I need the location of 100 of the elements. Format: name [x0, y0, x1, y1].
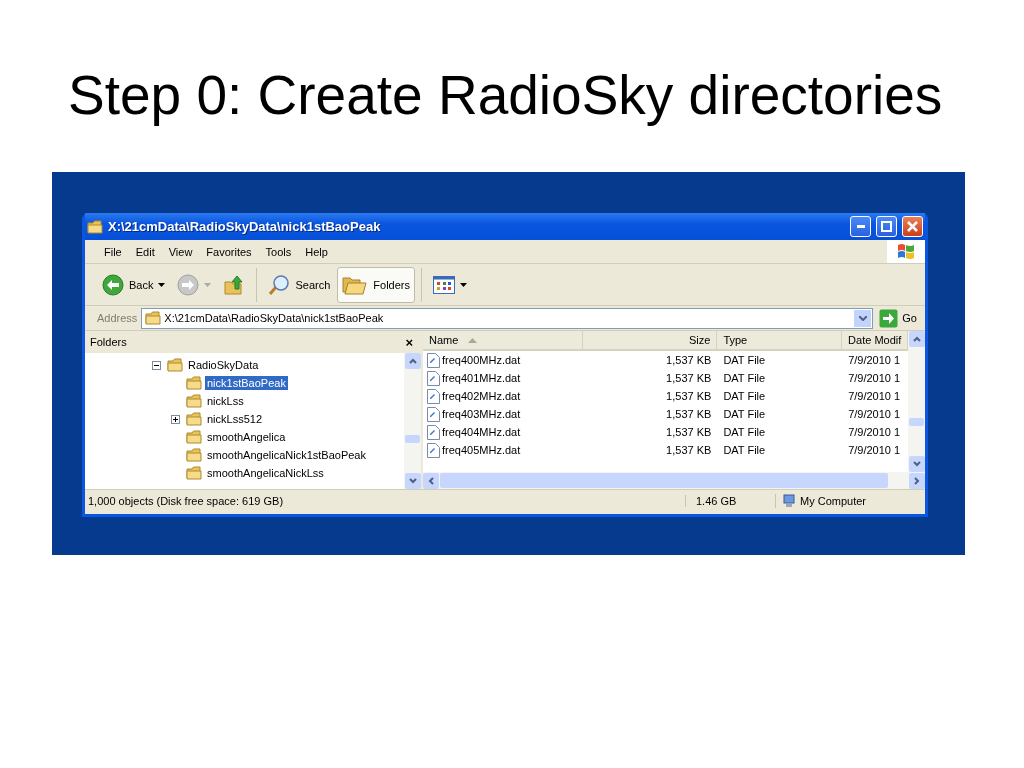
table-cell-text: 1,537 KB	[665, 408, 713, 420]
collapse-icon[interactable]	[152, 360, 161, 370]
status-text: 1,000 objects (Disk free space: 619 GB)	[87, 495, 285, 507]
table-cell-text: DAT File	[722, 372, 767, 384]
column-header[interactable]: Size	[582, 331, 718, 349]
file-name[interactable]: freq404MHz.dat	[442, 426, 521, 438]
search-icon	[268, 273, 291, 296]
folder-icon	[186, 466, 202, 480]
views-grid-icon	[433, 275, 455, 294]
folders-button[interactable]: Folders	[337, 266, 415, 303]
scrollbar-thumb[interactable]	[440, 473, 888, 488]
menu-item[interactable]: Edit	[128, 245, 162, 258]
caret-icon	[158, 282, 166, 287]
dropdown-caret-icon	[858, 315, 867, 321]
chevron-up-icon	[912, 335, 921, 343]
file-icon	[427, 406, 440, 422]
table-cell-text: 1,537 KB	[665, 372, 713, 384]
column-header[interactable]: Name	[423, 331, 583, 349]
scrollbar-thumb[interactable]	[405, 435, 420, 443]
menu-item[interactable]: Favorites	[199, 245, 259, 258]
file-name[interactable]: freq405MHz.dat	[442, 444, 521, 456]
column-header[interactable]: Type	[717, 331, 843, 349]
horizontal-scrollbar[interactable]	[423, 472, 925, 489]
pane-title: Folders	[90, 336, 127, 348]
chevron-down-icon	[408, 477, 417, 485]
minimize-icon	[856, 225, 865, 228]
slide-title: Step 0: Create RadioSky directories	[68, 63, 943, 128]
back-button[interactable]: Back	[97, 266, 171, 303]
column-header[interactable]: Date Modif	[842, 331, 908, 349]
folder-icon	[87, 219, 103, 234]
file-icon	[427, 352, 440, 368]
table-cell-text: 7/9/2010 1	[847, 426, 902, 438]
search-button[interactable]: Search	[263, 266, 336, 303]
status-text: 1.46 GB	[685, 495, 775, 507]
vertical-scrollbar[interactable]	[908, 331, 925, 472]
folder-icon	[186, 448, 202, 462]
close-button[interactable]	[902, 216, 923, 237]
file-name[interactable]: freq402MHz.dat	[442, 390, 521, 402]
tree-item[interactable]: smoothAngelicaNick1stBaoPeak	[205, 448, 368, 462]
maximize-icon	[881, 221, 892, 232]
folder-up-icon	[223, 273, 246, 296]
tree-item[interactable]: nickLss	[205, 394, 246, 408]
close-icon	[907, 221, 918, 232]
table-cell-text: 1,537 KB	[665, 444, 713, 456]
go-button[interactable]: Go	[877, 308, 925, 328]
table-cell-text: 7/9/2010 1	[847, 390, 902, 402]
folder-icon	[186, 376, 202, 390]
file-name[interactable]: freq400MHz.dat	[442, 354, 521, 366]
menu-item[interactable]: Tools	[258, 245, 299, 258]
folder-icon	[167, 358, 183, 372]
menu-item[interactable]: Help	[298, 245, 335, 258]
table-cell-text: DAT File	[722, 426, 767, 438]
address-field[interactable]: X:\21cmData\RadioSkyData\nick1stBaoPeak	[141, 307, 874, 329]
tree-item[interactable]: nick1stBaoPeak	[205, 376, 288, 390]
folder-icon	[186, 394, 202, 408]
file-name[interactable]: freq403MHz.dat	[442, 408, 521, 420]
tree-item[interactable]: smoothAngelica	[205, 430, 288, 444]
file-icon	[427, 370, 440, 386]
flag-logo-icon	[897, 243, 915, 260]
caret-icon	[204, 282, 212, 287]
tree-item[interactable]: nickLss512	[205, 412, 265, 426]
file-icon	[427, 424, 440, 440]
folders-icon	[342, 274, 369, 295]
vertical-scrollbar[interactable]	[404, 353, 421, 489]
menu-item[interactable]: File	[97, 245, 129, 258]
scrollbar-thumb[interactable]	[909, 418, 924, 426]
table-cell-text: 7/9/2010 1	[847, 444, 902, 456]
status-text: My Computer	[800, 495, 867, 507]
sort-arrow-icon	[468, 337, 478, 343]
folder-icon	[145, 311, 162, 325]
chevron-down-icon	[912, 460, 921, 468]
chevron-right-icon	[913, 476, 921, 485]
address-label: Address	[97, 312, 138, 324]
caret-icon	[460, 282, 467, 287]
pane-close-button[interactable]: ×	[405, 334, 413, 350]
table-cell-text: 1,537 KB	[665, 354, 713, 366]
maximize-button[interactable]	[876, 216, 897, 237]
table-cell-text: DAT File	[722, 354, 767, 366]
table-cell-text: DAT File	[722, 390, 767, 402]
table-cell-text: 7/9/2010 1	[847, 408, 902, 420]
file-icon	[427, 388, 440, 404]
file-name[interactable]: freq401MHz.dat	[442, 372, 521, 384]
table-cell-text: DAT File	[722, 408, 767, 420]
expand-icon[interactable]	[171, 414, 180, 424]
tree-item[interactable]: smoothAngelicaNickLss	[205, 466, 326, 480]
chevron-left-icon	[427, 476, 435, 485]
folder-icon	[186, 430, 202, 444]
folder-icon	[186, 412, 202, 426]
minimize-button[interactable]	[850, 216, 871, 237]
table-cell-text: 7/9/2010 1	[847, 372, 902, 384]
table-cell-text: 1,537 KB	[665, 390, 713, 402]
table-cell-text: DAT File	[722, 444, 767, 456]
computer-icon	[782, 494, 796, 508]
table-cell-text: 7/9/2010 1	[847, 354, 902, 366]
file-icon	[427, 442, 440, 458]
chevron-up-icon	[408, 357, 417, 365]
window-title: X:\21cmData\RadioSkyData\nick1stBaoPeak	[108, 219, 382, 234]
menu-item[interactable]: View	[161, 245, 200, 258]
tree-item[interactable]: RadioSkyData	[186, 358, 261, 372]
table-cell-text: 1,537 KB	[665, 426, 713, 438]
